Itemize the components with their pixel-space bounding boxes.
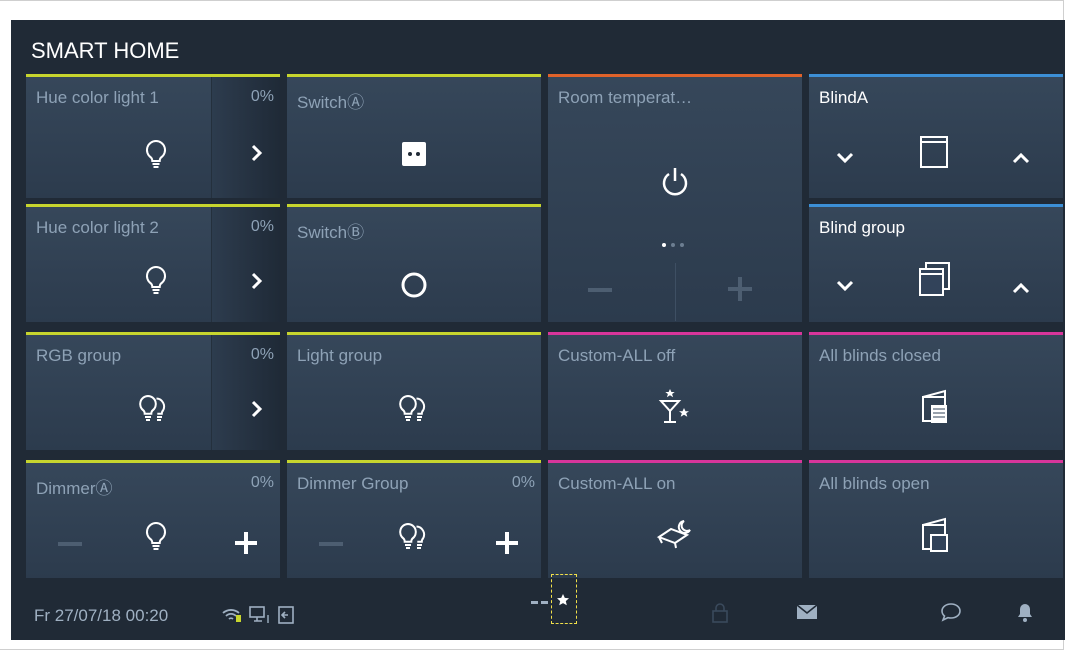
bulb-group-icon	[399, 522, 426, 549]
chevron-right-icon[interactable]	[250, 271, 264, 291]
tile-label: Room temperat…	[558, 88, 693, 107]
lock-icon[interactable]	[711, 602, 729, 624]
tile-custom-all-on[interactable]: Custom-ALL on	[548, 460, 802, 578]
minus-icon[interactable]	[319, 541, 343, 547]
tile-label: Hue color light 1	[36, 88, 159, 107]
divider	[675, 263, 676, 321]
bulb-icon	[145, 265, 167, 294]
blind-icon	[920, 136, 948, 168]
status-bar: Fr 27/07/18 00:20	[11, 574, 1065, 640]
chevron-down-icon[interactable]	[835, 279, 855, 293]
tile-label: Custom-ALL on	[558, 474, 676, 493]
logout-icon[interactable]	[277, 605, 297, 625]
tile-switch-b[interactable]: SwitchⒷ	[287, 204, 541, 322]
date-time: Fr 27/07/18 00:20	[34, 606, 169, 625]
tile-label: DimmerⒶ	[36, 479, 113, 498]
tile-label: BlindA	[819, 88, 869, 107]
tile-label: Hue color light 2	[36, 218, 159, 237]
page-dots	[662, 243, 684, 247]
tile-value: 0%	[511, 474, 535, 491]
blinds-closed-icon	[922, 389, 947, 423]
chevron-right-icon[interactable]	[250, 399, 264, 419]
tile-switch-a[interactable]: SwitchⒶ	[287, 74, 541, 198]
tile-light-group[interactable]: Light group	[287, 332, 541, 450]
chat-icon[interactable]	[940, 602, 962, 622]
star-icon	[557, 594, 569, 606]
tile-all-blinds-closed[interactable]: All blinds closed	[809, 332, 1063, 450]
tile-label: All blinds open	[819, 474, 930, 493]
tile-rgb-group[interactable]: RGB group 0%	[26, 332, 280, 450]
switch-icon	[402, 142, 426, 166]
tile-hue-color-light-1[interactable]: Hue color light 1 0%	[26, 74, 280, 198]
scene-party-icon	[658, 389, 689, 423]
tile-value: 0%	[250, 474, 274, 491]
tile-dimmer-group[interactable]: Dimmer Group 0%	[287, 460, 541, 578]
bulb-group-icon	[399, 394, 426, 421]
tile-label: Custom-ALL off	[558, 346, 676, 365]
tile-custom-all-off[interactable]: Custom-ALL off	[548, 332, 802, 450]
bulb-icon	[145, 521, 167, 550]
switch-off-icon	[401, 272, 427, 298]
blind-group-icon	[919, 262, 950, 296]
mail-icon[interactable]	[796, 604, 818, 620]
minus-icon[interactable]	[588, 287, 612, 293]
chevron-down-icon[interactable]	[835, 151, 855, 165]
minus-icon[interactable]	[58, 541, 82, 547]
smart-home-panel: SMART HOME Hue color light 1 0% SwitchⒶ …	[11, 20, 1065, 640]
tile-label: Light group	[297, 346, 383, 365]
page-title: SMART HOME	[31, 38, 180, 63]
tile-value: 0%	[250, 218, 274, 235]
bulb-icon	[145, 139, 167, 168]
favorites-page-indicator[interactable]	[551, 574, 577, 624]
wifi-icon[interactable]	[221, 607, 243, 623]
tile-label: Dimmer Group	[297, 474, 409, 493]
bulb-group-icon	[139, 394, 166, 421]
tile-dimmer-a[interactable]: DimmerⒶ 0%	[26, 460, 280, 578]
tile-all-blinds-open[interactable]: All blinds open	[809, 460, 1063, 578]
tile-label: Blind group	[819, 218, 906, 237]
tile-blind-group[interactable]: Blind group	[809, 204, 1063, 322]
plus-icon[interactable]	[496, 532, 518, 554]
tile-value: 0%	[250, 88, 274, 105]
bell-icon[interactable]	[1016, 602, 1034, 624]
tile-value: 0%	[250, 346, 274, 363]
network-icon[interactable]	[249, 606, 273, 624]
plus-icon[interactable]	[235, 532, 257, 554]
power-icon[interactable]	[660, 165, 690, 199]
tile-blind-a[interactable]: BlindA	[809, 74, 1063, 198]
chevron-up-icon[interactable]	[1011, 281, 1031, 295]
scene-night-icon	[656, 520, 691, 549]
tile-label: SwitchⒶ	[297, 93, 365, 112]
plus-icon[interactable]	[728, 277, 752, 301]
tile-label: All blinds closed	[819, 346, 941, 365]
tile-room-temperature[interactable]: Room temperat…	[548, 74, 802, 322]
tile-label: RGB group	[36, 346, 122, 365]
tile-hue-color-light-2[interactable]: Hue color light 2 0%	[26, 204, 280, 322]
blinds-open-icon	[922, 517, 948, 552]
chevron-up-icon[interactable]	[1011, 151, 1031, 165]
chevron-right-icon[interactable]	[250, 143, 264, 163]
tile-label: SwitchⒷ	[297, 223, 365, 242]
